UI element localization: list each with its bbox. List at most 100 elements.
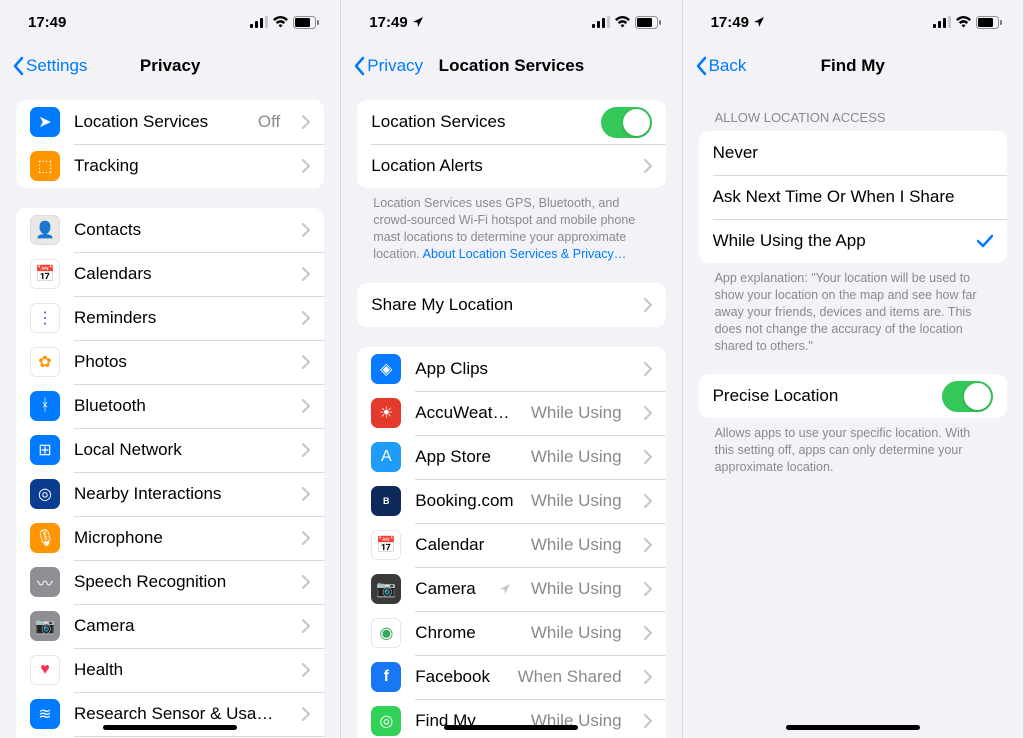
list-item[interactable]: ♥ Health — [16, 648, 324, 692]
home-indicator[interactable] — [444, 725, 578, 730]
list-item[interactable]: ᚼ Bluetooth — [16, 384, 324, 428]
list-item[interactable]: ➤ Location Services Off — [16, 100, 324, 144]
group-precise-location: Precise Location — [699, 374, 1007, 418]
chevron-right-icon — [302, 707, 310, 721]
row-label: Ask Next Time Or When I Share — [713, 187, 993, 207]
scroll-content[interactable]: ➤ Location Services Off ⬚ Tracking 👤 Con… — [0, 88, 340, 738]
location-arrow-icon: ➤ — [30, 107, 60, 137]
location-indicator-icon — [412, 16, 424, 28]
list-item[interactable]: ◎ Nearby Interactions — [16, 472, 324, 516]
row-precise-location[interactable]: Precise Location — [699, 374, 1007, 418]
chrome-icon: ◉ — [371, 618, 401, 648]
row-label: App Store — [415, 447, 517, 467]
back-button[interactable]: Privacy — [349, 52, 427, 80]
row-value: While Using — [531, 623, 622, 643]
list-item[interactable]: ⋮ Reminders — [16, 296, 324, 340]
appstore-icon: A — [371, 442, 401, 472]
battery-icon — [635, 16, 662, 29]
status-bar: 17:49 — [0, 0, 340, 44]
battery-icon — [293, 16, 320, 29]
screen-location-services: 17:49 Privacy Location Services Location… — [341, 0, 682, 738]
list-item[interactable]: 〰 Speech Recognition — [16, 560, 324, 604]
row-label: Location Services — [371, 112, 586, 132]
toggle-precise-location[interactable] — [942, 381, 993, 412]
list-item[interactable]: ⬚ Tracking — [16, 144, 324, 188]
list-item[interactable]: 📷 Camera While Using — [357, 567, 665, 611]
list-item[interactable]: 🎙 Microphone — [16, 516, 324, 560]
list-item[interactable]: ◉ Chrome While Using — [357, 611, 665, 655]
row-label: Tracking — [74, 156, 280, 176]
home-indicator[interactable] — [786, 725, 920, 730]
nav-title: Find My — [821, 56, 885, 76]
row-label: Never — [713, 143, 993, 163]
chevron-right-icon — [302, 159, 310, 173]
option-row[interactable]: Ask Next Time Or When I Share — [699, 175, 1007, 219]
appclips-icon: ◈ — [371, 354, 401, 384]
home-indicator[interactable] — [103, 725, 237, 730]
chevron-right-icon — [302, 311, 310, 325]
about-link[interactable]: About Location Services & Privacy… — [423, 247, 627, 261]
list-item[interactable]: B Booking.com While Using — [357, 479, 665, 523]
list-item[interactable]: 👤 Contacts — [16, 208, 324, 252]
row-location-alerts[interactable]: Location Alerts — [357, 144, 665, 188]
nav-title: Privacy — [140, 56, 201, 76]
row-value: While Using — [531, 579, 622, 599]
section-header-allow: Allow Location Access — [699, 88, 1007, 131]
footer-explanation: App explanation: "Your location will be … — [699, 263, 1007, 354]
row-label: Calendar — [415, 535, 517, 555]
group-location-master: Location Services Location Alerts — [357, 100, 665, 188]
scroll-content[interactable]: Location Services Location Alerts Locati… — [341, 88, 681, 738]
chevron-right-icon — [644, 406, 652, 420]
findmy-icon: ◎ — [371, 706, 401, 736]
list-item[interactable]: 📅 Calendar While Using — [357, 523, 665, 567]
chevron-right-icon — [302, 619, 310, 633]
nav-bar: Privacy Location Services — [341, 44, 681, 88]
scroll-content[interactable]: Allow Location Access Never Ask Next Tim… — [683, 88, 1023, 738]
chevron-right-icon — [302, 355, 310, 369]
back-button[interactable]: Back — [691, 52, 751, 80]
row-value: While Using — [531, 491, 622, 511]
toggle-location-services[interactable] — [601, 107, 652, 138]
list-item[interactable]: 📷 Camera — [16, 604, 324, 648]
list-item[interactable]: 📅 Calendars — [16, 252, 324, 296]
status-indicators — [592, 16, 662, 29]
status-time: 17:49 — [369, 14, 407, 31]
list-item[interactable]: ◈ App Clips — [357, 347, 665, 391]
row-value: When Shared — [518, 667, 622, 687]
back-button[interactable]: Settings — [8, 52, 91, 80]
cellular-icon — [592, 16, 610, 28]
list-item[interactable]: ✿ Photos — [16, 340, 324, 384]
chevron-left-icon — [695, 56, 707, 76]
microphone-icon: 🎙 — [30, 523, 60, 553]
row-label: Precise Location — [713, 386, 928, 406]
list-item[interactable]: f Facebook When Shared — [357, 655, 665, 699]
footer-location-services: Location Services uses GPS, Bluetooth, a… — [357, 188, 665, 263]
row-value: While Using — [531, 447, 622, 467]
list-item[interactable]: ☀ AccuWeather While Using — [357, 391, 665, 435]
option-row[interactable]: Never — [699, 131, 1007, 175]
option-row[interactable]: While Using the App — [699, 219, 1007, 263]
health-icon: ♥ — [30, 655, 60, 685]
row-label: Location Alerts — [371, 156, 621, 176]
group-access-options: Never Ask Next Time Or When I Share Whil… — [699, 131, 1007, 263]
row-label: Camera — [415, 579, 485, 599]
status-bar: 17:49 — [341, 0, 681, 44]
speech-icon: 〰 — [30, 567, 60, 597]
footer-precise: Allows apps to use your specific locatio… — [699, 418, 1007, 476]
list-item[interactable]: ◎ Find My While Using — [357, 699, 665, 738]
chevron-right-icon — [302, 663, 310, 677]
location-indicator-icon — [753, 16, 765, 28]
camera-app-icon: 📷 — [371, 574, 401, 604]
row-label: Share My Location — [371, 295, 621, 315]
nav-bar: Back Find My — [683, 44, 1023, 88]
chevron-right-icon — [302, 115, 310, 129]
list-item[interactable]: A App Store While Using — [357, 435, 665, 479]
status-bar: 17:49 — [683, 0, 1023, 44]
chevron-right-icon — [644, 159, 652, 173]
row-location-services-toggle[interactable]: Location Services — [357, 100, 665, 144]
row-value: While Using — [531, 403, 622, 423]
row-share-my-location[interactable]: Share My Location — [357, 283, 665, 327]
list-item[interactable]: ⊞ Local Network — [16, 428, 324, 472]
group-share-location: Share My Location — [357, 283, 665, 327]
row-label: Microphone — [74, 528, 280, 548]
